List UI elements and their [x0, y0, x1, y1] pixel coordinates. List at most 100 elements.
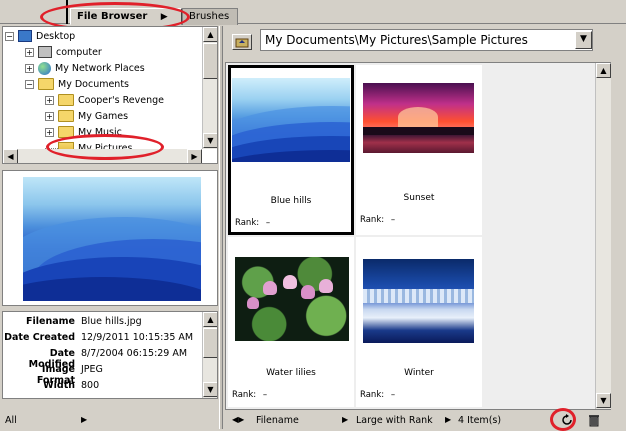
expand-icon[interactable]: + — [45, 127, 54, 137]
scroll-up-icon[interactable]: ▲ — [203, 312, 217, 327]
metadata-key: Image Format — [36, 364, 75, 386]
metadata-value: Blue hills.jpg — [81, 316, 142, 327]
up-folder-button[interactable] — [232, 34, 252, 50]
rank-value: – — [390, 390, 396, 400]
tree-item-label: My Games — [78, 110, 129, 122]
thumbnail-rank[interactable]: Rank: – — [235, 218, 270, 228]
thumbnail-caption: Water lilies — [266, 368, 316, 378]
scroll-right-icon[interactable]: ▶ — [187, 149, 202, 163]
tree-item-label: My Documents — [58, 78, 130, 90]
rank-label: Rank: — [232, 390, 257, 400]
scroll-up-icon[interactable]: ▲ — [203, 27, 217, 42]
expand-icon[interactable]: + — [45, 95, 54, 105]
folder-tree[interactable]: − Desktop + computer + My Network Places… — [2, 26, 218, 164]
thumbnail-blue-hills[interactable]: Blue hills Rank: – — [228, 65, 354, 235]
up-folder-icon — [235, 38, 249, 48]
rank-label: Rank: — [360, 215, 385, 225]
rank-value: – — [262, 390, 268, 400]
path-dropdown-arrow-icon[interactable]: ▼ — [575, 31, 592, 49]
thumbnail-rank[interactable]: Rank: – — [360, 215, 395, 225]
collapse-icon[interactable]: − — [25, 79, 34, 89]
tree-item-label: My Music — [78, 126, 122, 138]
tree-item-coopers-revenge[interactable]: + Cooper's Revenge — [45, 92, 164, 108]
browser-status-bar: ◀▶ Filename ▶ Large with Rank ▶ 4 Item(s… — [224, 413, 624, 429]
sort-by-dropdown[interactable]: Filename — [256, 415, 299, 426]
tab-file-browser-label: File Browser — [77, 11, 148, 22]
tree-horizontal-scrollbar[interactable]: ◀ ▶ — [3, 149, 202, 163]
sort-menu-arrow-icon[interactable]: ▶ — [342, 415, 348, 424]
expand-icon[interactable]: + — [25, 63, 34, 73]
item-count: 4 Item(s) — [458, 415, 502, 426]
thumbnail-water-lilies[interactable]: Water lilies Rank: – — [228, 237, 354, 407]
metadata-value: 800 — [81, 380, 100, 391]
scroll-thumb[interactable] — [203, 43, 217, 79]
thumbnail-rank[interactable]: Rank: – — [360, 390, 395, 400]
network-icon — [38, 61, 51, 75]
tree-item-computer[interactable]: + computer — [25, 44, 102, 60]
metadata-value: 8/7/2004 06:15:29 AM — [81, 348, 188, 359]
metadata-row: Filename Blue hills.jpg — [3, 316, 201, 331]
tree-item-network-places[interactable]: + My Network Places — [25, 60, 145, 76]
tree-item-my-documents[interactable]: − My Documents — [25, 76, 129, 92]
trash-icon — [589, 415, 599, 427]
tree-item-my-games[interactable]: + My Games — [45, 108, 128, 124]
path-dropdown[interactable]: My Documents\My Pictures\Sample Pictures — [260, 29, 593, 51]
metadata-row: Width 800 — [3, 380, 201, 395]
thumbnail-grid[interactable]: Blue hills Rank: – Sunset Rank: – Water … — [225, 62, 611, 410]
divider — [66, 0, 68, 24]
tree-item-label: Desktop — [36, 30, 76, 42]
grid-vertical-scrollbar[interactable]: ▲ ▼ — [595, 63, 611, 409]
thumbnail-image — [232, 78, 350, 162]
filter-dropdown[interactable]: All — [5, 415, 17, 426]
tree-item-label: computer — [56, 46, 102, 58]
expand-icon[interactable]: + — [45, 111, 54, 121]
metadata-scrollbar[interactable]: ▲ ▼ — [202, 312, 217, 398]
scroll-down-icon[interactable]: ▼ — [203, 133, 217, 148]
panel-tab-strip: File Browser ▶ Brushes — [0, 0, 626, 25]
metadata-row: Image Format JPEG — [3, 364, 201, 386]
tab-brushes[interactable]: Brushes — [182, 8, 238, 25]
collapse-icon[interactable]: − — [5, 31, 14, 41]
delete-button[interactable] — [588, 413, 600, 430]
metadata-key: Date Created — [4, 332, 75, 343]
thumbnail-caption: Winter — [404, 368, 434, 378]
thumbnail-winter[interactable]: Winter Rank: – — [356, 237, 482, 407]
path-value: My Documents\My Pictures\Sample Pictures — [265, 33, 528, 47]
metadata-row: Date Modified 8/7/2004 06:15:29 AM — [3, 348, 201, 370]
rank-value: – — [390, 215, 396, 225]
rotate-icon — [562, 414, 572, 425]
tab-menu-arrow-icon[interactable]: ▶ — [161, 12, 168, 22]
view-menu-arrow-icon[interactable]: ▶ — [445, 415, 451, 424]
metadata-row: Date Created 12/9/2011 10:15:35 AM — [3, 332, 201, 347]
tab-brushes-label: Brushes — [189, 11, 230, 22]
thumbnail-image — [363, 259, 474, 343]
scroll-down-icon[interactable]: ▼ — [596, 393, 611, 408]
scroll-down-icon[interactable]: ▼ — [203, 382, 217, 397]
panel-splitter[interactable] — [219, 26, 223, 429]
metadata-key: Width — [43, 380, 75, 391]
image-preview — [2, 170, 218, 306]
metadata-panel: Filename Blue hills.jpg Date Created 12/… — [2, 311, 218, 399]
view-mode-dropdown[interactable]: Large with Rank — [356, 415, 433, 426]
metadata-key: Filename — [26, 316, 75, 327]
thumbnail-image — [363, 83, 474, 153]
desktop-icon — [18, 30, 32, 42]
scroll-thumb[interactable] — [203, 328, 217, 358]
computer-icon — [38, 46, 52, 58]
toggle-expanded-view-icon[interactable]: ◀▶ — [232, 415, 244, 424]
expand-icon[interactable]: + — [25, 47, 34, 57]
tree-vertical-scrollbar[interactable]: ▲ ▼ — [202, 27, 217, 149]
tab-file-browser[interactable]: File Browser ▶ — [70, 8, 182, 25]
filter-menu-arrow-icon[interactable]: ▶ — [81, 415, 87, 424]
thumbnail-sunset[interactable]: Sunset Rank: – — [356, 65, 482, 235]
folder-icon — [38, 78, 54, 90]
tree-item-my-music[interactable]: + My Music — [45, 124, 122, 140]
rank-label: Rank: — [235, 218, 260, 228]
scroll-left-icon[interactable]: ◀ — [3, 149, 18, 163]
thumbnail-rank[interactable]: Rank: – — [232, 390, 267, 400]
preview-image — [23, 177, 201, 301]
rotate-button[interactable] — [560, 413, 574, 430]
tree-item-desktop[interactable]: − Desktop — [5, 28, 75, 44]
scroll-up-icon[interactable]: ▲ — [596, 63, 611, 78]
folder-icon — [58, 126, 74, 138]
